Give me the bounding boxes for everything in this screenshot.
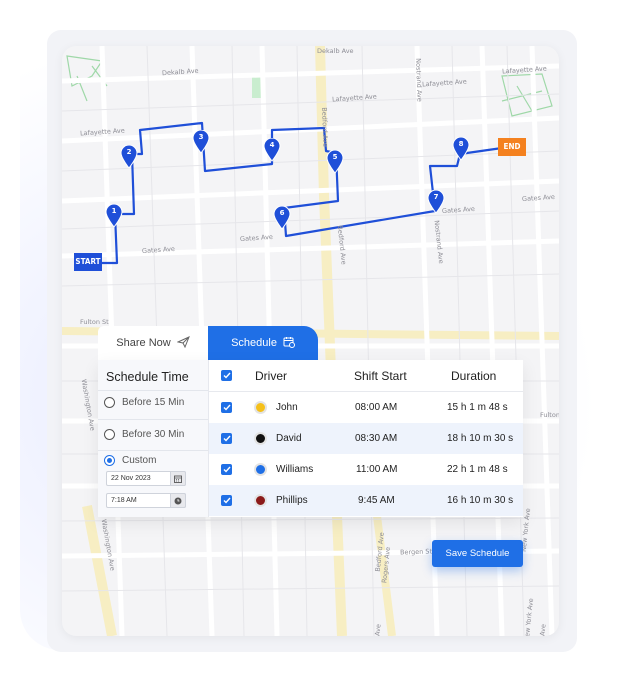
- table-row[interactable]: Phillips 9:45 AM 16 h 10 m 30 s: [209, 485, 523, 516]
- row-checkbox[interactable]: [221, 464, 232, 475]
- time-value: 7:18 AM: [111, 497, 137, 504]
- row-checkbox[interactable]: [221, 402, 232, 413]
- radio-before-30[interactable]: Before 30 Min: [104, 429, 184, 440]
- driver-color-dot: [254, 432, 267, 445]
- driver-color-dot: [254, 494, 267, 507]
- street-label: Ave: [373, 623, 383, 636]
- time-field[interactable]: 7:18 AM: [106, 493, 186, 508]
- map-pin-7[interactable]: 7: [427, 190, 445, 214]
- radio-before-15[interactable]: Before 15 Min: [104, 397, 184, 408]
- divider: [98, 390, 208, 391]
- radio-label: Custom: [122, 455, 157, 466]
- shift-start: 11:00 AM: [356, 464, 398, 475]
- end-marker: END: [498, 138, 526, 156]
- radio-button[interactable]: [104, 429, 115, 440]
- shift-start: 08:30 AM: [355, 433, 398, 444]
- tab-schedule[interactable]: Schedule: [208, 326, 318, 360]
- schedule-time-column: Schedule Time Before 15 Min Before 30 Mi…: [98, 360, 209, 517]
- duration: 22 h 1 m 48 s: [447, 464, 508, 475]
- radio-button[interactable]: [104, 455, 115, 466]
- schedule-panel: Share Now Schedule Schedule Time Before …: [98, 326, 523, 518]
- row-checkbox[interactable]: [221, 495, 232, 506]
- driver-name: John: [276, 402, 298, 413]
- divider: [98, 419, 208, 420]
- shift-start: 9:45 AM: [358, 495, 395, 506]
- map-pin-3[interactable]: 3: [192, 130, 210, 154]
- paper-plane-icon: [176, 335, 190, 351]
- start-marker: START: [74, 253, 102, 271]
- driver-color-dot: [254, 401, 267, 414]
- save-schedule-button[interactable]: Save Schedule: [432, 540, 523, 567]
- select-all-checkbox[interactable]: [221, 370, 232, 381]
- driver-color-dot: [254, 463, 267, 476]
- table-row[interactable]: Williams 11:00 AM 22 h 1 m 48 s: [209, 454, 523, 485]
- driver-name: Williams: [276, 464, 314, 475]
- duration: 18 h 10 m 30 s: [447, 433, 514, 444]
- map-pin-6[interactable]: 6: [273, 206, 291, 230]
- radio-label: Before 30 Min: [122, 429, 185, 440]
- header-duration: Duration: [451, 368, 497, 383]
- map-pin-5[interactable]: 5: [326, 150, 344, 174]
- header-driver: Driver: [255, 368, 287, 383]
- driver-name: David: [276, 433, 302, 444]
- calendar-clock-icon: [283, 336, 295, 351]
- radio-custom[interactable]: Custom: [104, 455, 156, 466]
- driver-name: Phillips: [276, 495, 308, 506]
- street-label: Bedford Ave: [320, 107, 330, 147]
- tab-share-now[interactable]: Share Now: [98, 326, 208, 360]
- tab-share-now-label: Share Now: [116, 337, 171, 349]
- tab-schedule-label: Schedule: [231, 337, 277, 349]
- street-label: Fulton St: [80, 318, 109, 326]
- map-pin-1[interactable]: 1: [105, 204, 123, 228]
- panel-body: Schedule Time Before 15 Min Before 30 Mi…: [98, 360, 523, 517]
- map-pin-4[interactable]: 4: [263, 138, 281, 162]
- row-checkbox[interactable]: [221, 433, 232, 444]
- divider: [98, 450, 208, 451]
- date-value: 22 Nov 2023: [111, 475, 151, 482]
- date-field[interactable]: 22 Nov 2023: [106, 471, 186, 486]
- map-pin-2[interactable]: 2: [120, 145, 138, 169]
- calendar-icon[interactable]: [170, 471, 186, 486]
- duration: 16 h 10 m 30 s: [447, 495, 514, 506]
- street-label: Nostrand Ave: [414, 58, 424, 102]
- street-label: Fulton: [540, 411, 559, 419]
- table-row[interactable]: David 08:30 AM 18 h 10 m 30 s: [209, 423, 523, 454]
- shift-start: 08:00 AM: [355, 402, 398, 413]
- radio-label: Before 15 Min: [122, 397, 185, 408]
- street-label: Dekalb Ave: [317, 47, 354, 55]
- table-header: Driver Shift Start Duration: [209, 360, 523, 391]
- street-label: Ave: [538, 623, 548, 636]
- duration: 15 h 1 m 48 s: [447, 402, 508, 413]
- clock-icon[interactable]: [170, 493, 186, 508]
- header-shift-start: Shift Start: [354, 368, 407, 383]
- table-row[interactable]: John 08:00 AM 15 h 1 m 48 s: [209, 392, 523, 423]
- map-pin-8[interactable]: 8: [452, 137, 470, 161]
- street-label: Bergen St: [399, 547, 433, 557]
- radio-button[interactable]: [104, 397, 115, 408]
- schedule-time-title: Schedule Time: [106, 370, 189, 384]
- driver-table: Driver Shift Start Duration John 08:00 A…: [209, 360, 523, 517]
